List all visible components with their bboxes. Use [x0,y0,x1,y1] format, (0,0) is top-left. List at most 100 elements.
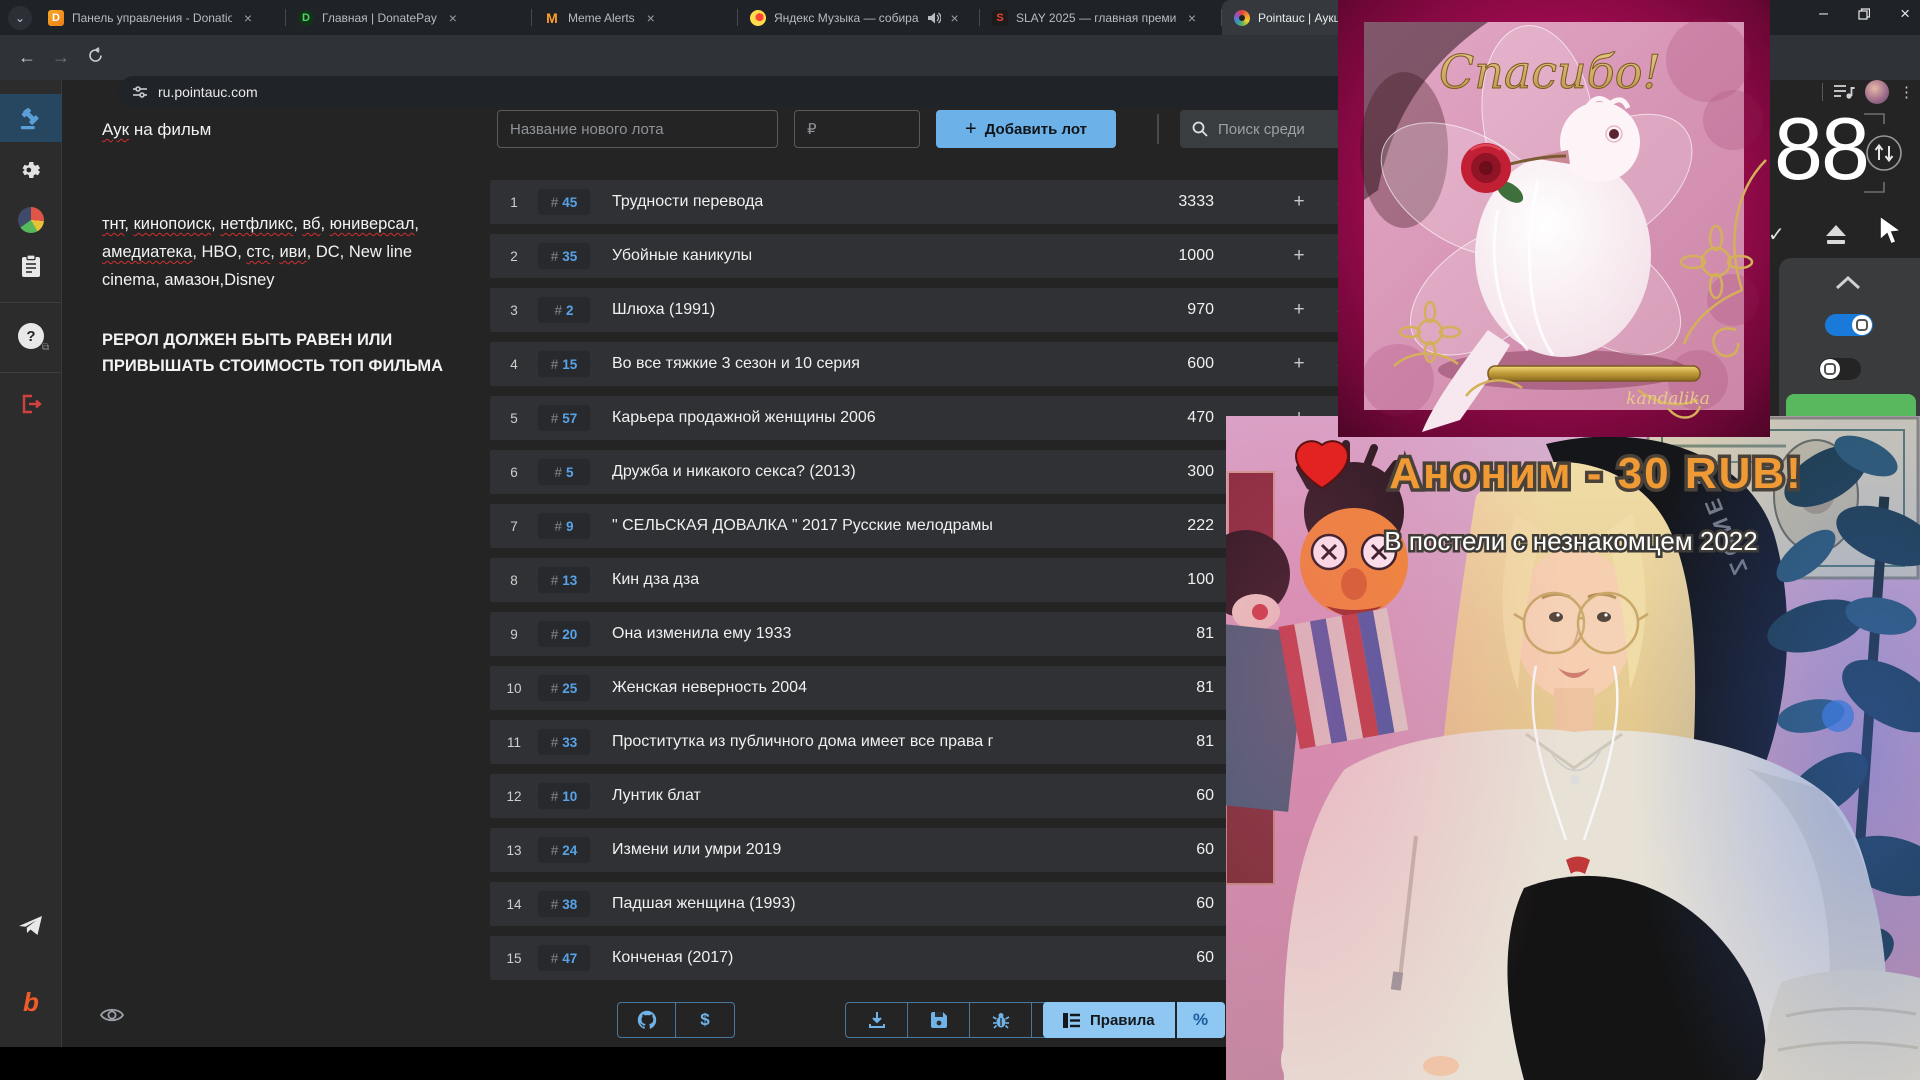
lot-name[interactable]: Она изменила ему 1933 [612,625,791,643]
add-amount-icon[interactable]: + [1288,191,1310,213]
percent-button[interactable]: % [1177,1002,1225,1038]
lot-value[interactable]: 970 [1187,301,1214,319]
lot-name[interactable]: Кин дза дза [612,571,699,589]
restore-icon[interactable] [1858,8,1870,20]
rail-item-auction[interactable] [0,94,62,142]
rail-item-help[interactable]: ? ⧉ [0,312,62,360]
tab-close-icon[interactable]: × [1184,10,1200,26]
lot-name[interactable]: Проститутка из публичного дома имеет все… [612,733,993,751]
browser-tab[interactable]: SSLAY 2025 — главная премия× [980,0,1222,35]
rail-item-settings[interactable] [0,146,62,194]
lot-id-chip[interactable]: #20 [538,621,590,647]
download-button[interactable] [846,1003,908,1037]
tab-audio-icon[interactable] [927,11,941,25]
lot-id-chip[interactable]: #25 [538,675,590,701]
lot-name[interactable]: Женская неверность 2004 [612,679,807,697]
lot-row[interactable]: 9#20Она изменила ему 193381+# [490,612,1352,656]
lot-name[interactable]: Конченая (2017) [612,949,733,967]
rail-item-history[interactable] [0,242,62,290]
lot-name[interactable]: Измени или умри 2019 [612,841,781,859]
lot-value[interactable]: 81 [1196,733,1214,751]
check-icon[interactable]: ✓ [1768,222,1785,247]
lot-row[interactable]: 1#45Трудности перевода3333+# [490,180,1352,224]
lot-id-chip[interactable]: #38 [538,891,590,917]
lot-name[interactable]: Лунтик блат [612,787,701,805]
donate-button[interactable]: $ [676,1003,734,1037]
minimize-icon[interactable]: – [1819,5,1828,23]
lot-id-chip[interactable]: #57 [538,405,590,431]
lot-value[interactable]: 3333 [1178,193,1214,211]
lot-name[interactable]: Падшая женщина (1993) [612,895,796,913]
lot-id-chip[interactable]: #13 [538,567,590,593]
lot-value[interactable]: 60 [1196,949,1214,967]
lot-id-chip[interactable]: #9 [538,513,590,539]
lot-id-chip[interactable]: #45 [538,189,590,215]
lot-id-chip[interactable]: #35 [538,243,590,269]
lot-value[interactable]: 1000 [1178,247,1214,265]
lot-value[interactable]: 600 [1187,355,1214,373]
toggle-off[interactable] [1819,358,1861,380]
new-lot-price-input[interactable] [794,110,920,148]
toggle-on[interactable] [1825,314,1873,336]
add-amount-icon[interactable]: + [1288,353,1310,375]
lot-id-chip[interactable]: #24 [538,837,590,863]
lot-name[interactable]: Трудности перевода [612,193,763,211]
lot-row[interactable]: 3#2Шлюха (1991)970+# [490,288,1352,332]
lot-value[interactable]: 81 [1196,679,1214,697]
rail-item-logout[interactable] [0,380,62,428]
lot-row[interactable]: 14#38Падшая женщина (1993)60+# [490,882,1352,926]
lot-row[interactable]: 2#35Убойные каникулы1000+# [490,234,1352,278]
github-button[interactable] [618,1003,676,1037]
lot-value[interactable]: 60 [1196,895,1214,913]
lot-value[interactable]: 60 [1196,787,1214,805]
tab-close-icon[interactable]: × [947,10,963,26]
browser-tab[interactable]: MMeme Alerts× [532,0,738,35]
lot-id-chip[interactable]: #10 [538,783,590,809]
lot-name[interactable]: " СЕЛЬСКАЯ ДОВАЛКА " 2017 Русские мелодр… [612,517,993,535]
debug-button[interactable] [970,1003,1032,1037]
lot-id-chip[interactable]: #33 [538,729,590,755]
lot-row[interactable]: 4#15Во все тяжкие 3 сезон и 10 серия600+… [490,342,1352,386]
add-amount-icon[interactable]: + [1288,245,1310,267]
lot-name[interactable]: Убойные каникулы [612,247,752,265]
lot-row[interactable]: 15#47Конченая (2017)60+# [490,936,1352,980]
rail-item-telegram[interactable] [0,902,62,950]
profile-avatar[interactable] [1865,80,1889,104]
visibility-eye-icon[interactable] [100,1006,124,1024]
save-button[interactable] [908,1003,970,1037]
add-amount-icon[interactable]: + [1288,299,1310,321]
lot-value[interactable]: 222 [1187,517,1214,535]
browser-tab[interactable]: DГлавная | DonatePay× [286,0,532,35]
lot-name[interactable]: Во все тяжкие 3 сезон и 10 серия [612,355,860,373]
lot-name[interactable]: Дружба и никакого секса? (2013) [612,463,856,481]
lot-id-chip[interactable]: #15 [538,351,590,377]
forward-icon[interactable]: → [44,47,78,68]
sort-order-icon[interactable] [1856,112,1908,194]
lot-row[interactable]: 13#24Измени или умри 201960+# [490,828,1352,872]
close-window-icon[interactable]: × [1900,4,1910,24]
auction-description[interactable]: Аук на фильм тнт, кинопоиск, нетфликс, в… [102,120,474,379]
tab-close-icon[interactable]: × [445,10,461,26]
browser-tab[interactable]: Яндекс Музыка — собира× [738,0,980,35]
lot-id-chip[interactable]: #2 [538,297,590,323]
lot-value[interactable]: 60 [1196,841,1214,859]
browser-tab[interactable]: DПанель управления - Donatio× [36,0,286,35]
lot-row[interactable]: 5#57Карьера продажной женщины 2006470+# [490,396,1352,440]
tab-close-icon[interactable]: × [240,10,256,26]
eject-icon[interactable] [1822,222,1850,248]
tab-close-icon[interactable]: × [643,10,659,26]
lot-id-chip[interactable]: #5 [538,459,590,485]
lot-row[interactable]: 8#13Кин дза дза100+# [490,558,1352,602]
browser-menu-icon[interactable]: ⋮ [1899,83,1914,101]
lot-row[interactable]: 7#9" СЕЛЬСКАЯ ДОВАЛКА " 2017 Русские мел… [490,504,1352,548]
new-lot-name-input[interactable] [497,110,778,148]
lot-row[interactable]: 10#25Женская неверность 200481+# [490,666,1352,710]
rail-item-wheel[interactable] [0,196,62,244]
lot-row[interactable]: 6#5Дружба и никакого секса? (2013)300+# [490,450,1352,494]
collapse-chevron-icon[interactable] [1835,276,1861,290]
lot-id-chip[interactable]: #47 [538,945,590,971]
rules-button[interactable]: Правила [1043,1002,1175,1038]
rail-item-boosty[interactable]: b [0,978,62,1026]
reload-icon[interactable] [78,47,112,69]
add-lot-button[interactable]: + Добавить лот [936,110,1116,148]
